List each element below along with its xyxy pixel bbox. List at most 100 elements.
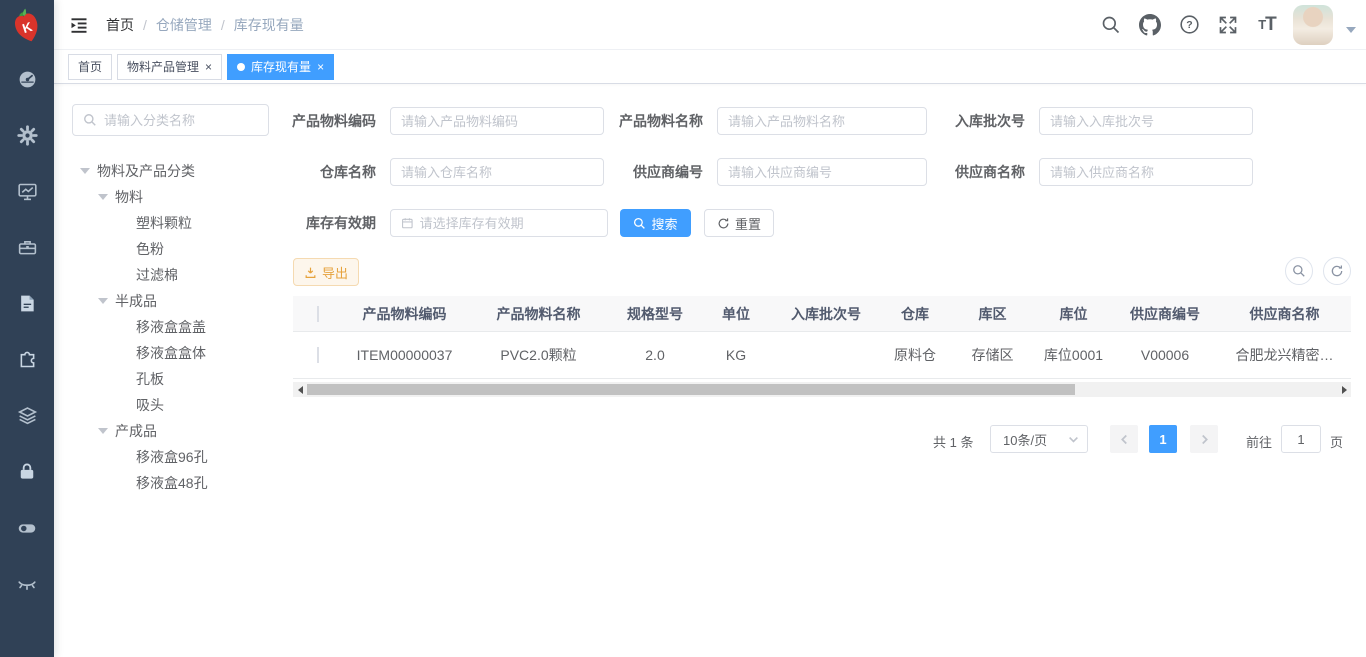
reset-button[interactable]: 重置: [704, 209, 774, 237]
tree-node-box-48[interactable]: 移液盒48孔: [64, 470, 289, 496]
tree-node-material[interactable]: 物料: [64, 184, 289, 210]
top-navbar: 首页 / 仓储管理 / 库存现有量 ? TT: [54, 0, 1366, 50]
sidebar-item-layers[interactable]: [0, 390, 54, 446]
cell-item-name: PVC2.0颗粒: [467, 345, 610, 365]
sidebar-item-lock[interactable]: [0, 446, 54, 502]
warehouse-name-input[interactable]: [401, 165, 593, 180]
monitor-chart-icon: [17, 181, 38, 207]
col-supplier-code: 供应商编号: [1112, 304, 1218, 324]
tab-material-product[interactable]: 物料产品管理 ×: [117, 54, 222, 80]
cell-warehouse: 原料仓: [880, 345, 950, 365]
refresh-icon: [717, 217, 730, 230]
download-icon: [304, 266, 317, 279]
tree-node-label: 色粉: [136, 239, 164, 259]
close-icon[interactable]: ×: [205, 61, 212, 73]
scrollbar-thumb[interactable]: [307, 384, 1075, 395]
caret-down-icon[interactable]: [80, 168, 90, 174]
goto-page-input[interactable]: [1281, 425, 1321, 453]
current-page-button[interactable]: 1: [1149, 425, 1177, 453]
tree-node-label: 孔板: [136, 369, 164, 389]
navbar-actions: ? TT: [1098, 5, 1366, 45]
tab-home[interactable]: 首页: [68, 54, 112, 80]
active-dot: [237, 63, 245, 71]
refresh-table-button[interactable]: [1323, 257, 1351, 285]
category-search-input[interactable]: [104, 113, 258, 128]
tree-node-filter-cotton[interactable]: 过滤棉: [64, 262, 289, 288]
select-all-checkbox[interactable]: [317, 306, 319, 322]
tree-node-plastic-pellet[interactable]: 塑料颗粒: [64, 210, 289, 236]
filter-warehouse-name: 仓库名称: [276, 158, 604, 186]
sidebar-item-dashboard[interactable]: [0, 54, 54, 110]
col-item-code: 产品物料编码: [342, 304, 467, 324]
page-size-select[interactable]: 10条/页: [990, 425, 1088, 453]
cell-spec: 2.0: [610, 347, 700, 363]
table-row[interactable]: ITEM00000037 PVC2.0颗粒 2.0 KG 原料仓 存储区 库位0…: [293, 332, 1351, 379]
sidebar-item-eye[interactable]: [0, 558, 54, 614]
col-warehouse: 仓库: [880, 304, 950, 324]
tree-node-root[interactable]: 物料及产品分类: [64, 158, 289, 184]
sidebar-item-toggle[interactable]: [0, 502, 54, 558]
github-icon[interactable]: [1137, 12, 1163, 38]
scroll-right-arrow-icon[interactable]: [1337, 382, 1351, 397]
cell-unit: KG: [700, 347, 772, 363]
sidebar-item-plugin[interactable]: [0, 334, 54, 390]
scroll-left-arrow-icon[interactable]: [293, 382, 307, 397]
prev-page-button[interactable]: [1110, 425, 1138, 453]
app-logo[interactable]: K: [0, 0, 54, 50]
supplier-code-input[interactable]: [728, 165, 916, 180]
show-search-toggle-button[interactable]: [1285, 257, 1313, 285]
batch-no-input[interactable]: [1050, 114, 1242, 129]
field-label: 产品物料名称: [603, 111, 703, 131]
export-button-label: 导出: [322, 263, 348, 282]
caret-down-icon[interactable]: [98, 428, 108, 434]
tree-node-finished[interactable]: 产成品: [64, 418, 289, 444]
help-icon[interactable]: ?: [1176, 12, 1202, 38]
sidebar-collapse-button[interactable]: [68, 14, 90, 36]
caret-down-icon[interactable]: [1346, 27, 1356, 33]
tab-label: 物料产品管理: [127, 58, 199, 75]
tab-inventory-onhand[interactable]: 库存现有量 ×: [227, 54, 334, 80]
sidebar-menu: [0, 54, 54, 614]
row-checkbox[interactable]: [317, 347, 319, 363]
breadcrumb-home[interactable]: 首页: [106, 15, 134, 35]
tree-node-semi-finished[interactable]: 半成品: [64, 288, 289, 314]
sidebar-item-document[interactable]: [0, 278, 54, 334]
gear-icon: [17, 125, 38, 151]
breadcrumb-separator: /: [221, 17, 225, 33]
export-button[interactable]: 导出: [293, 258, 359, 286]
fullscreen-icon[interactable]: [1215, 12, 1241, 38]
sidebar-item-toolbox[interactable]: [0, 222, 54, 278]
cell-location: 库位0001: [1035, 345, 1112, 365]
tree-node-label: 移液盒盒盖: [136, 317, 206, 337]
sidebar-item-monitor[interactable]: [0, 166, 54, 222]
filter-item-name: 产品物料名称: [603, 107, 927, 135]
tree-node-label: 吸头: [136, 395, 164, 415]
tree-node-well-plate[interactable]: 孔板: [64, 366, 289, 392]
tree-node-tip[interactable]: 吸头: [64, 392, 289, 418]
table-horizontal-scrollbar[interactable]: [293, 382, 1351, 397]
search-icon: [633, 217, 646, 230]
tree-node-label: 物料: [115, 187, 143, 207]
tree-node-pigment[interactable]: 色粉: [64, 236, 289, 262]
close-icon[interactable]: ×: [317, 61, 324, 73]
toolbox-icon: [17, 237, 38, 263]
sidebar-item-settings[interactable]: [0, 110, 54, 166]
user-avatar[interactable]: [1293, 5, 1333, 45]
item-name-input[interactable]: [728, 114, 916, 129]
col-item-name: 产品物料名称: [467, 304, 610, 324]
filter-expiry-date: 库存有效期: [276, 209, 608, 237]
supplier-name-input[interactable]: [1050, 165, 1242, 180]
filter-supplier-name: 供应商名称: [925, 158, 1253, 186]
search-button[interactable]: 搜索: [620, 209, 691, 237]
search-icon[interactable]: [1098, 12, 1124, 38]
tree-node-box-body[interactable]: 移液盒盒体: [64, 340, 289, 366]
font-size-icon[interactable]: TT: [1254, 12, 1280, 38]
expiry-date-input[interactable]: [420, 216, 597, 231]
tree-node-box-lid[interactable]: 移液盒盒盖: [64, 314, 289, 340]
caret-down-icon[interactable]: [98, 298, 108, 304]
next-page-button[interactable]: [1190, 425, 1218, 453]
item-code-input[interactable]: [401, 114, 593, 129]
tree-node-box-96[interactable]: 移液盒96孔: [64, 444, 289, 470]
caret-down-icon[interactable]: [98, 194, 108, 200]
col-batch-no: 入库批次号: [772, 304, 880, 324]
